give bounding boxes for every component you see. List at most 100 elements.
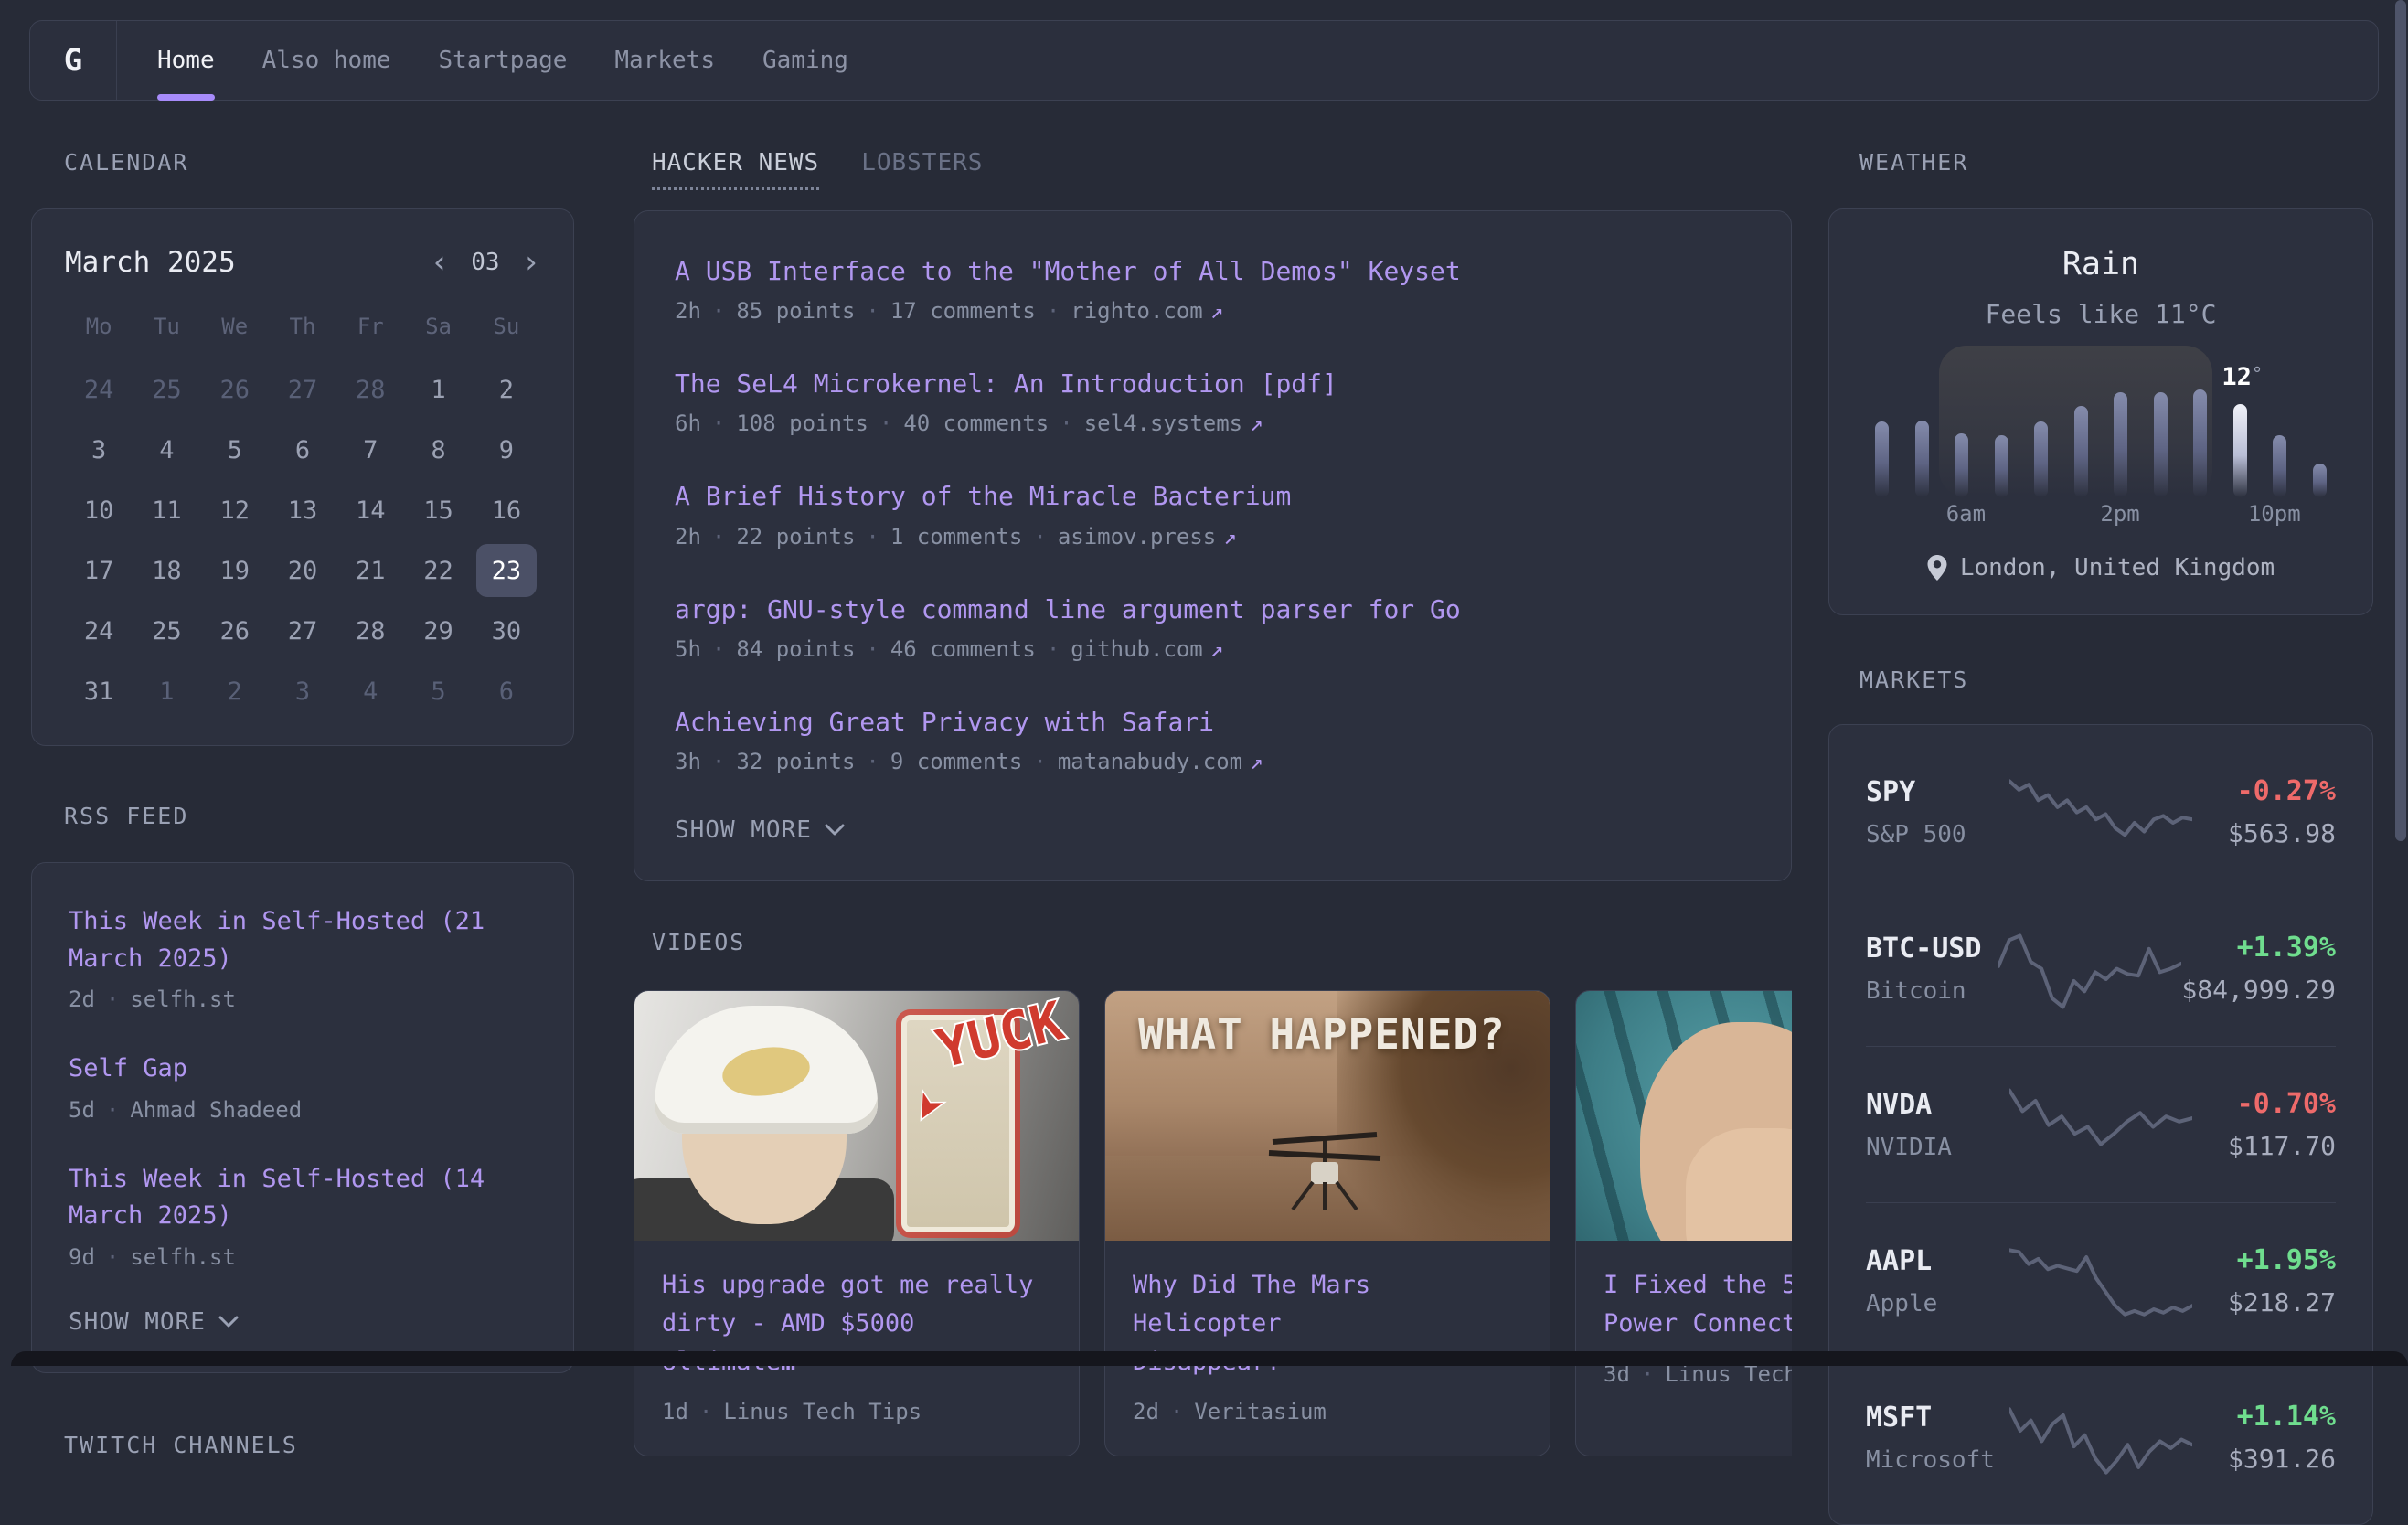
market-row-spy[interactable]: SPYS&P 500-0.27%$563.98 bbox=[1866, 734, 2336, 890]
markets-heading: MARKETS bbox=[1828, 667, 2373, 693]
weather-bar bbox=[2074, 406, 2088, 497]
rss-show-more-button[interactable]: SHOW MORE bbox=[69, 1308, 537, 1336]
news-item-comments: 40 comments bbox=[903, 411, 1049, 436]
market-row-nvda[interactable]: NVDANVIDIA-0.70%$117.70 bbox=[1866, 1046, 2336, 1202]
nav-tab-gaming[interactable]: Gaming bbox=[762, 21, 848, 100]
calendar-day[interactable]: 29 bbox=[404, 604, 472, 657]
calendar-day[interactable]: 5 bbox=[201, 423, 269, 476]
news-show-more-button[interactable]: SHOW MORE bbox=[675, 816, 1751, 844]
hour-label: 2pm bbox=[2100, 501, 2139, 527]
calendar-day[interactable]: 12 bbox=[201, 484, 269, 537]
news-item-age: 6h bbox=[675, 411, 701, 436]
weather-bar bbox=[1955, 433, 1968, 497]
calendar-day[interactable]: 3 bbox=[65, 423, 133, 476]
calendar-day[interactable]: 27 bbox=[269, 604, 336, 657]
market-change: -0.70% bbox=[2192, 1088, 2336, 1120]
weather-bar bbox=[2313, 464, 2327, 497]
video-card[interactable]: DOTHTI Fixed the 5Power Connect3d·Linus … bbox=[1575, 990, 1792, 1457]
market-row-btc-usd[interactable]: BTC-USDBitcoin+1.39%$84,999.29 bbox=[1866, 890, 2336, 1046]
calendar-day[interactable]: 28 bbox=[336, 604, 404, 657]
video-card[interactable]: WHAT HAPPENED?Why Did The Mars Helicopte… bbox=[1104, 990, 1550, 1457]
news-item-domain[interactable]: asimov.press↗ bbox=[1058, 524, 1237, 549]
market-sparkline bbox=[2009, 1074, 2192, 1175]
calendar-day[interactable]: 14 bbox=[336, 484, 404, 537]
calendar-day[interactable]: 6 bbox=[269, 423, 336, 476]
calendar-day[interactable]: 1 bbox=[404, 363, 472, 416]
rss-item-title[interactable]: This Week in Self-Hosted (21 March 2025) bbox=[69, 903, 537, 977]
video-title[interactable]: I Fixed the 5Power Connect bbox=[1604, 1266, 1792, 1343]
calendar-day[interactable]: 4 bbox=[133, 423, 200, 476]
calendar-day[interactable]: 8 bbox=[404, 423, 472, 476]
news-item-domain[interactable]: github.com↗ bbox=[1071, 636, 1223, 662]
market-name: Bitcoin bbox=[1866, 977, 1998, 1005]
calendar-day[interactable]: 1 bbox=[133, 665, 200, 718]
app-logo[interactable]: G bbox=[30, 21, 117, 100]
nav-tab-markets[interactable]: Markets bbox=[614, 21, 715, 100]
calendar-day[interactable]: 20 bbox=[269, 544, 336, 597]
calendar-day[interactable]: 4 bbox=[336, 665, 404, 718]
news-item-title[interactable]: Achieving Great Privacy with Safari bbox=[675, 704, 1751, 740]
news-tab-lobsters[interactable]: LOBSTERS bbox=[861, 149, 983, 190]
calendar-day[interactable]: 26 bbox=[201, 363, 269, 416]
calendar-day[interactable]: 9 bbox=[473, 423, 540, 476]
calendar-day[interactable]: 16 bbox=[473, 484, 540, 537]
news-tab-hacker-news[interactable]: HACKER NEWS bbox=[652, 149, 819, 190]
calendar-day[interactable]: 28 bbox=[336, 363, 404, 416]
rss-item-title[interactable]: Self Gap bbox=[69, 1050, 537, 1088]
calendar-day[interactable]: 24 bbox=[65, 604, 133, 657]
news-item-domain[interactable]: righto.com↗ bbox=[1071, 298, 1223, 324]
news-item-title[interactable]: The SeL4 Microkernel: An Introduction [p… bbox=[675, 366, 1751, 401]
calendar-day[interactable]: 26 bbox=[201, 604, 269, 657]
calendar-day[interactable]: 2 bbox=[473, 363, 540, 416]
calendar-day[interactable]: 3 bbox=[269, 665, 336, 718]
news-item-title[interactable]: A Brief History of the Miracle Bacterium bbox=[675, 478, 1751, 514]
calendar-day[interactable]: 24 bbox=[65, 363, 133, 416]
nav-tab-home[interactable]: Home bbox=[157, 21, 215, 100]
rss-item-source: selfh.st bbox=[130, 986, 236, 1012]
calendar-prev-icon[interactable]: ‹ bbox=[431, 247, 449, 278]
news-item-title[interactable]: argp: GNU-style command line argument pa… bbox=[675, 592, 1751, 627]
calendar-day[interactable]: 18 bbox=[133, 544, 200, 597]
nav-tab-also-home[interactable]: Also home bbox=[262, 21, 391, 100]
news-tabs: HACKER NEWS LOBSTERS bbox=[634, 149, 1792, 190]
calendar-next-icon[interactable]: › bbox=[522, 247, 540, 278]
calendar-day[interactable]: 13 bbox=[269, 484, 336, 537]
calendar-day[interactable]: 27 bbox=[269, 363, 336, 416]
video-card[interactable]: YUCK➤His upgrade got me reallydirty - AM… bbox=[634, 990, 1080, 1457]
market-price: $84,999.29 bbox=[2181, 975, 2336, 1005]
rss-item: This Week in Self-Hosted (21 March 2025)… bbox=[69, 903, 537, 1012]
page-scrollbar-thumb[interactable] bbox=[2395, 0, 2406, 841]
market-name: Microsoft bbox=[1866, 1446, 2009, 1474]
calendar-day-selected[interactable]: 23 bbox=[476, 544, 537, 597]
market-price: $391.26 bbox=[2192, 1444, 2336, 1474]
calendar-day[interactable]: 21 bbox=[336, 544, 404, 597]
news-item-age: 2h bbox=[675, 298, 701, 324]
news-item-title[interactable]: A USB Interface to the "Mother of All De… bbox=[675, 253, 1751, 289]
calendar-day[interactable]: 30 bbox=[473, 604, 540, 657]
calendar-day[interactable]: 6 bbox=[473, 665, 540, 718]
video-thumbnail[interactable]: WHAT HAPPENED? bbox=[1105, 991, 1550, 1241]
news-item-domain[interactable]: matanabudy.com↗ bbox=[1058, 749, 1263, 774]
calendar-day[interactable]: 5 bbox=[404, 665, 472, 718]
calendar-day[interactable]: 19 bbox=[201, 544, 269, 597]
calendar-day[interactable]: 7 bbox=[336, 423, 404, 476]
rss-item-source: selfh.st bbox=[130, 1244, 236, 1270]
weather-heading: WEATHER bbox=[1828, 149, 2373, 176]
video-thumbnail[interactable]: DOTHT bbox=[1576, 991, 1792, 1241]
calendar-day[interactable]: 10 bbox=[65, 484, 133, 537]
calendar-day[interactable]: 25 bbox=[133, 363, 200, 416]
market-row-msft[interactable]: MSFTMicrosoft+1.14%$391.26 bbox=[1866, 1359, 2336, 1515]
calendar-day[interactable]: 2 bbox=[201, 665, 269, 718]
calendar-day[interactable]: 31 bbox=[65, 665, 133, 718]
nav-tab-startpage[interactable]: Startpage bbox=[439, 21, 568, 100]
calendar-day[interactable]: 17 bbox=[65, 544, 133, 597]
news-item-domain[interactable]: sel4.systems↗ bbox=[1084, 411, 1263, 436]
market-sparkline bbox=[1998, 918, 2181, 1018]
calendar-day[interactable]: 15 bbox=[404, 484, 472, 537]
market-row-aapl[interactable]: AAPLApple+1.95%$218.27 bbox=[1866, 1202, 2336, 1359]
calendar-day[interactable]: 11 bbox=[133, 484, 200, 537]
calendar-day[interactable]: 25 bbox=[133, 604, 200, 657]
video-thumbnail[interactable]: YUCK➤ bbox=[634, 991, 1079, 1241]
calendar-day[interactable]: 22 bbox=[404, 544, 472, 597]
rss-item-title[interactable]: This Week in Self-Hosted (14 March 2025) bbox=[69, 1161, 537, 1235]
